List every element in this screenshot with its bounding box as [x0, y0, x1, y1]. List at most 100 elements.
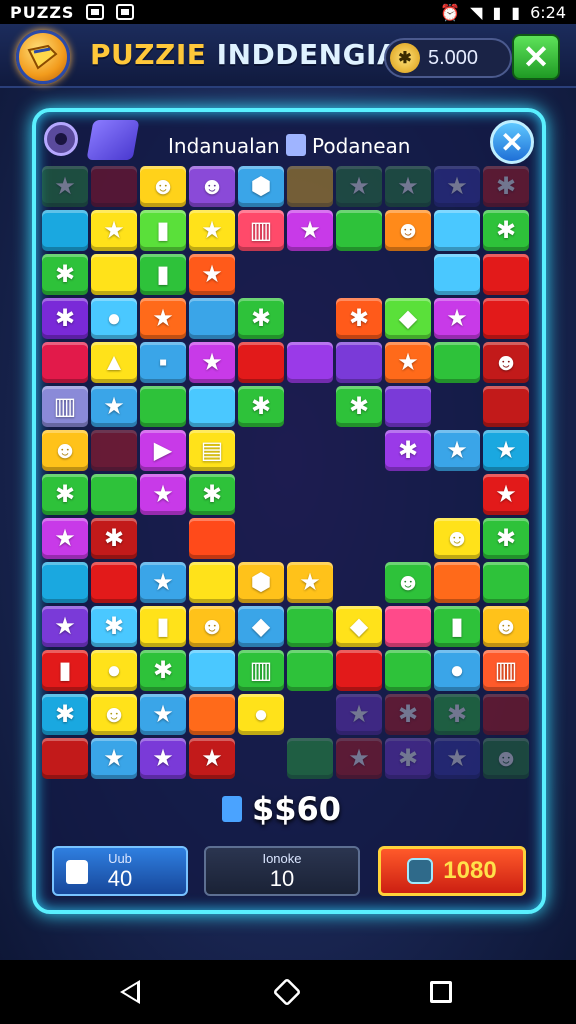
- puzzle-tile[interactable]: ☻: [91, 694, 137, 735]
- puzzle-tile[interactable]: [189, 694, 235, 735]
- puzzle-tile[interactable]: ✱: [385, 694, 431, 735]
- puzzle-tile[interactable]: ▤: [189, 430, 235, 471]
- puzzle-tile[interactable]: [91, 430, 137, 471]
- puzzle-tile[interactable]: [287, 166, 333, 207]
- puzzle-tile[interactable]: ★: [287, 562, 333, 603]
- puzzle-tile[interactable]: [189, 562, 235, 603]
- level-button[interactable]: Ionoke 10: [204, 846, 360, 896]
- puzzle-tile[interactable]: ✱: [91, 518, 137, 559]
- puzzle-tile[interactable]: ★: [140, 562, 186, 603]
- puzzle-tile[interactable]: ●: [434, 650, 480, 691]
- puzzle-tile[interactable]: [287, 342, 333, 383]
- puzzle-tile[interactable]: ▮: [434, 606, 480, 647]
- puzzle-tile[interactable]: [483, 694, 529, 735]
- puzzle-tile[interactable]: ☻: [42, 430, 88, 471]
- puzzle-tile[interactable]: ★: [189, 342, 235, 383]
- puzzle-tile[interactable]: ✱: [238, 386, 284, 427]
- puzzle-tile[interactable]: ●: [91, 650, 137, 691]
- puzzle-tile[interactable]: ★: [336, 694, 382, 735]
- puzzle-tile[interactable]: ★: [385, 166, 431, 207]
- puzzle-tile[interactable]: ★: [385, 342, 431, 383]
- puzzle-tile[interactable]: ▥: [238, 210, 284, 251]
- puzzle-tile[interactable]: ◆: [385, 298, 431, 339]
- close-button[interactable]: ✕: [512, 34, 560, 80]
- puzzle-tile[interactable]: ★: [42, 606, 88, 647]
- puzzle-tile[interactable]: ☻: [483, 606, 529, 647]
- puzzle-tile[interactable]: ◆: [238, 606, 284, 647]
- puzzle-tile[interactable]: ★: [140, 298, 186, 339]
- puzzle-tile[interactable]: ☻: [434, 518, 480, 559]
- puzzle-tile[interactable]: ★: [434, 430, 480, 471]
- puzzle-tile[interactable]: ⬢: [238, 562, 284, 603]
- puzzle-tile[interactable]: ★: [91, 738, 137, 779]
- puzzle-tile[interactable]: ▲: [91, 342, 137, 383]
- puzzle-tile[interactable]: [483, 298, 529, 339]
- puzzle-tile[interactable]: ★: [140, 738, 186, 779]
- puzzle-tile[interactable]: ★: [91, 210, 137, 251]
- puzzle-tile[interactable]: ✱: [238, 298, 284, 339]
- puzzle-tile[interactable]: ★: [91, 386, 137, 427]
- puzzle-tile[interactable]: [91, 474, 137, 515]
- puzzle-tile[interactable]: ✱: [336, 386, 382, 427]
- puzzle-tile[interactable]: ●: [238, 694, 284, 735]
- puzzle-tile[interactable]: ✱: [483, 166, 529, 207]
- puzzle-tile[interactable]: [287, 738, 333, 779]
- board-close-button[interactable]: ✕: [490, 120, 534, 164]
- puzzle-tile[interactable]: [385, 606, 431, 647]
- puzzle-tile[interactable]: [434, 562, 480, 603]
- puzzle-tile[interactable]: [42, 738, 88, 779]
- puzzle-tile[interactable]: ✱: [483, 210, 529, 251]
- puzzle-tile[interactable]: ★: [336, 166, 382, 207]
- puzzle-tile[interactable]: [336, 650, 382, 691]
- puzzle-tile[interactable]: [189, 386, 235, 427]
- puzzle-tile[interactable]: ✱: [42, 474, 88, 515]
- home-icon[interactable]: [272, 977, 302, 1007]
- puzzle-tile[interactable]: [189, 650, 235, 691]
- puzzle-tile[interactable]: ◆: [336, 606, 382, 647]
- puzzle-tile[interactable]: ▶: [140, 430, 186, 471]
- puzzle-tile[interactable]: ▮: [140, 254, 186, 295]
- puzzle-tile[interactable]: [385, 386, 431, 427]
- puzzle-tile[interactable]: [91, 562, 137, 603]
- puzzle-tile[interactable]: ★: [42, 166, 88, 207]
- puzzle-tile[interactable]: ▮: [140, 606, 186, 647]
- puzzle-tile[interactable]: [140, 386, 186, 427]
- puzzle-tile[interactable]: [91, 166, 137, 207]
- moves-button[interactable]: Uub 40: [52, 846, 188, 896]
- puzzle-tile[interactable]: ★: [140, 694, 186, 735]
- puzzle-tile[interactable]: [42, 342, 88, 383]
- puzzle-tile[interactable]: ☻: [140, 166, 186, 207]
- puzzle-tile[interactable]: ▥: [238, 650, 284, 691]
- puzzle-tile[interactable]: [385, 650, 431, 691]
- target-icon[interactable]: [44, 122, 78, 156]
- puzzle-tile[interactable]: [336, 342, 382, 383]
- gem-icon[interactable]: [86, 120, 140, 160]
- puzzle-tile[interactable]: ☻: [189, 166, 235, 207]
- puzzle-tile[interactable]: ☻: [385, 210, 431, 251]
- puzzle-tile[interactable]: ▪: [140, 342, 186, 383]
- puzzle-tile[interactable]: [483, 386, 529, 427]
- puzzle-tile[interactable]: [238, 342, 284, 383]
- recents-icon[interactable]: [430, 981, 452, 1003]
- puzzle-tile[interactable]: ✱: [42, 254, 88, 295]
- puzzle-tile[interactable]: ▮: [140, 210, 186, 251]
- coin-counter[interactable]: ✱ 5.000: [384, 38, 512, 78]
- puzzle-tile[interactable]: ✱: [189, 474, 235, 515]
- puzzle-tile[interactable]: ★: [336, 738, 382, 779]
- puzzle-tile[interactable]: ⬢: [238, 166, 284, 207]
- puzzle-tile[interactable]: [42, 210, 88, 251]
- puzzle-tile[interactable]: ☻: [483, 738, 529, 779]
- puzzle-tile[interactable]: ★: [189, 254, 235, 295]
- puzzle-tile[interactable]: ☻: [483, 342, 529, 383]
- puzzle-tile[interactable]: ▥: [42, 386, 88, 427]
- puzzle-tile[interactable]: ✱: [385, 430, 431, 471]
- puzzle-tile[interactable]: ★: [483, 474, 529, 515]
- puzzle-tile[interactable]: [483, 562, 529, 603]
- puzzle-tile[interactable]: ★: [287, 210, 333, 251]
- puzzle-tile[interactable]: ✱: [336, 298, 382, 339]
- puzzle-tile[interactable]: ▥: [483, 650, 529, 691]
- puzzle-tile[interactable]: ★: [434, 298, 480, 339]
- puzzle-tile[interactable]: ▮: [42, 650, 88, 691]
- puzzle-tile[interactable]: ★: [483, 430, 529, 471]
- buy-button[interactable]: 1080: [378, 846, 526, 896]
